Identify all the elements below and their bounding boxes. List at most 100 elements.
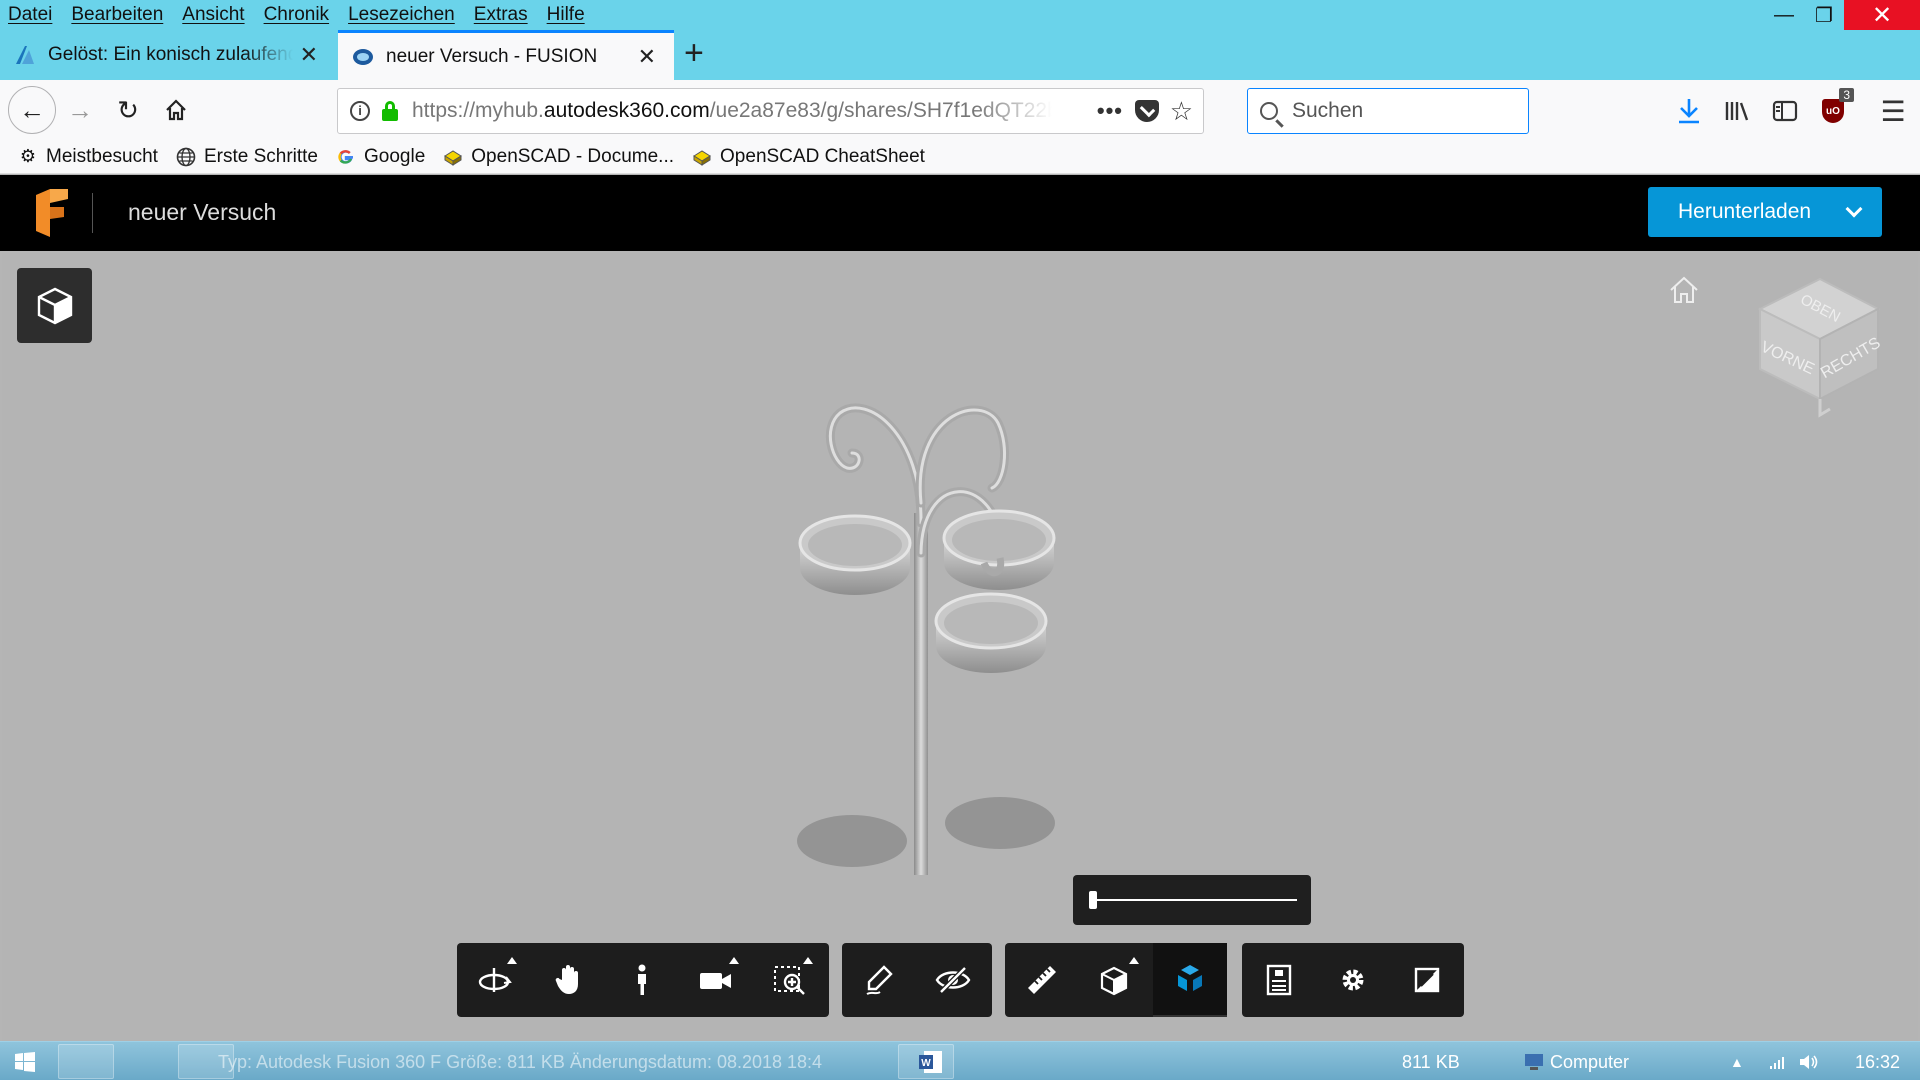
section-analysis-tool[interactable] (1079, 943, 1153, 1017)
settings-toolgroup (1242, 943, 1464, 1017)
shadow (797, 815, 907, 867)
home-button[interactable] (154, 88, 198, 132)
bookmark-star-icon[interactable]: ☆ (1170, 96, 1193, 127)
navigation-toolgroup (457, 943, 829, 1017)
autodesk-favicon-icon (16, 46, 34, 64)
tab-fusion[interactable]: neuer Versuch - FUSION ✕ (338, 30, 674, 80)
tab-close-icon[interactable]: ✕ (638, 44, 656, 70)
forward-button[interactable]: → (58, 88, 102, 132)
pan-tool[interactable] (531, 943, 605, 1017)
bookmark-openscad-docs[interactable]: OpenSCAD - Docume... (443, 146, 674, 168)
zoom-window-icon (774, 966, 805, 995)
explode-slider-panel (1073, 875, 1311, 925)
download-label: Herunterladen (1678, 200, 1812, 223)
svg-text:W: W (921, 1058, 931, 1069)
hamburger-menu-icon[interactable]: ☰ (1876, 94, 1910, 128)
tab-bar: Gelöst: Ein konisch zulaufendes ✕ neuer … (0, 30, 1920, 80)
google-icon (336, 147, 356, 167)
menu-bar: Datei Bearbeiten Ansicht Chronik Lesezei… (0, 0, 1920, 30)
slider-track[interactable] (1091, 899, 1297, 901)
zoom-window-tool[interactable] (753, 943, 827, 1017)
tab-close-icon[interactable]: ✕ (300, 42, 318, 68)
walk-tool[interactable] (605, 943, 679, 1017)
pocket-icon[interactable] (1135, 100, 1159, 122)
openscad-icon (443, 147, 463, 167)
restore-button[interactable]: ❐ (1804, 0, 1844, 30)
bookmark-label: Erste Schritte (203, 145, 318, 167)
home-view-icon[interactable] (1668, 275, 1700, 305)
search-bar[interactable] (1247, 88, 1529, 134)
back-button[interactable]: ← (8, 86, 56, 134)
taskbar-app-1[interactable] (58, 1044, 114, 1079)
ublock-badge: 3 (1839, 88, 1854, 102)
menu-lesezeichen[interactable]: Lesezeichen (339, 4, 465, 26)
section-cube-icon (1100, 966, 1128, 996)
header-divider (92, 193, 93, 233)
chevron-down-icon[interactable] (1845, 200, 1863, 218)
new-tab-button[interactable]: + (684, 34, 704, 73)
model-properties-tool[interactable] (1242, 943, 1316, 1017)
ruler-icon (1028, 966, 1056, 994)
search-input[interactable] (1292, 99, 1512, 123)
menu-bearbeiten[interactable]: Bearbeiten (62, 4, 173, 26)
menu-ansicht[interactable]: Ansicht (173, 4, 254, 26)
shadow (945, 797, 1055, 849)
camera-tool[interactable] (679, 943, 753, 1017)
globe-icon (176, 147, 196, 167)
orbit-icon (478, 968, 512, 992)
menu-hilfe[interactable]: Hilfe (538, 4, 595, 26)
menu-chronik[interactable]: Chronik (255, 4, 339, 26)
orbit-tool[interactable] (457, 943, 531, 1017)
network-icon[interactable] (1768, 1053, 1788, 1071)
tray-bottom (934, 592, 1048, 673)
lock-icon[interactable] (382, 101, 398, 121)
url-text[interactable]: https://myhub.autodesk360.com/ue2a87e83/… (412, 99, 1052, 123)
info-icon[interactable]: i (350, 101, 370, 121)
bookmark-erste-schritte[interactable]: Erste Schritte (176, 146, 318, 168)
properties-icon (1266, 964, 1292, 996)
menu-extras[interactable]: Extras (465, 4, 538, 26)
markup-toolgroup (842, 943, 992, 1017)
page-actions-icon[interactable]: ••• (1097, 98, 1123, 124)
close-window-button[interactable]: ✕ (1844, 0, 1920, 30)
inspect-toolgroup (1005, 943, 1227, 1017)
settings-tool[interactable] (1316, 943, 1390, 1017)
ublock-origin-icon[interactable]: uO 3 (1816, 88, 1854, 128)
word-icon: W (918, 1046, 944, 1078)
cube-icon (37, 287, 72, 324)
download-button[interactable]: Herunterladen (1648, 187, 1882, 237)
gear-icon (1342, 969, 1364, 991)
home-icon (166, 99, 186, 121)
reload-button[interactable]: ↻ (106, 88, 150, 132)
bookmark-google[interactable]: Google (336, 146, 425, 168)
file-size-text: 811 KB (1402, 1051, 1460, 1072)
view-cube[interactable]: OBEN VORNE RECHTS (1754, 277, 1884, 427)
3d-model-plant-stand (797, 403, 1056, 875)
bookmark-label: OpenSCAD - Docume... (471, 145, 675, 167)
measure-tool[interactable] (1005, 943, 1079, 1017)
fullscreen-tool[interactable] (1390, 943, 1464, 1017)
url-bar[interactable]: i https://myhub.autodesk360.com/ue2a87e8… (337, 88, 1204, 134)
bookmark-meistbesucht[interactable]: ⚙ Meistbesucht (18, 146, 158, 168)
hand-icon (555, 965, 578, 994)
hide-tool[interactable] (916, 943, 990, 1017)
chevron-up-icon[interactable]: ▲ (1730, 1054, 1744, 1070)
menu-datei[interactable]: Datei (0, 4, 62, 26)
model-browser-button[interactable] (17, 268, 92, 343)
speaker-icon[interactable] (1798, 1052, 1820, 1072)
3d-viewport[interactable]: OBEN VORNE RECHTS (2, 253, 1918, 1041)
start-button[interactable] (14, 1046, 36, 1078)
tab-autodesk-forum[interactable]: Gelöst: Ein konisch zulaufendes ✕ (0, 30, 336, 80)
sidebar-icon[interactable] (1768, 94, 1802, 128)
bookmark-label: Google (364, 145, 426, 167)
explode-model-tool[interactable] (1153, 943, 1227, 1017)
library-icon[interactable] (1720, 94, 1754, 128)
windows-taskbar: Typ: Autodesk Fusion 360 F Größe: 811 KB… (0, 1041, 1920, 1080)
minimize-button[interactable]: — (1764, 0, 1804, 30)
downloads-icon[interactable] (1672, 94, 1706, 128)
windows-logo-icon (15, 1052, 35, 1072)
tray-icons[interactable]: ▲ (1730, 1046, 1820, 1078)
bookmark-openscad-cheatsheet[interactable]: OpenSCAD CheatSheet (692, 146, 925, 168)
markup-tool[interactable] (842, 943, 916, 1017)
slider-thumb[interactable] (1089, 891, 1097, 909)
